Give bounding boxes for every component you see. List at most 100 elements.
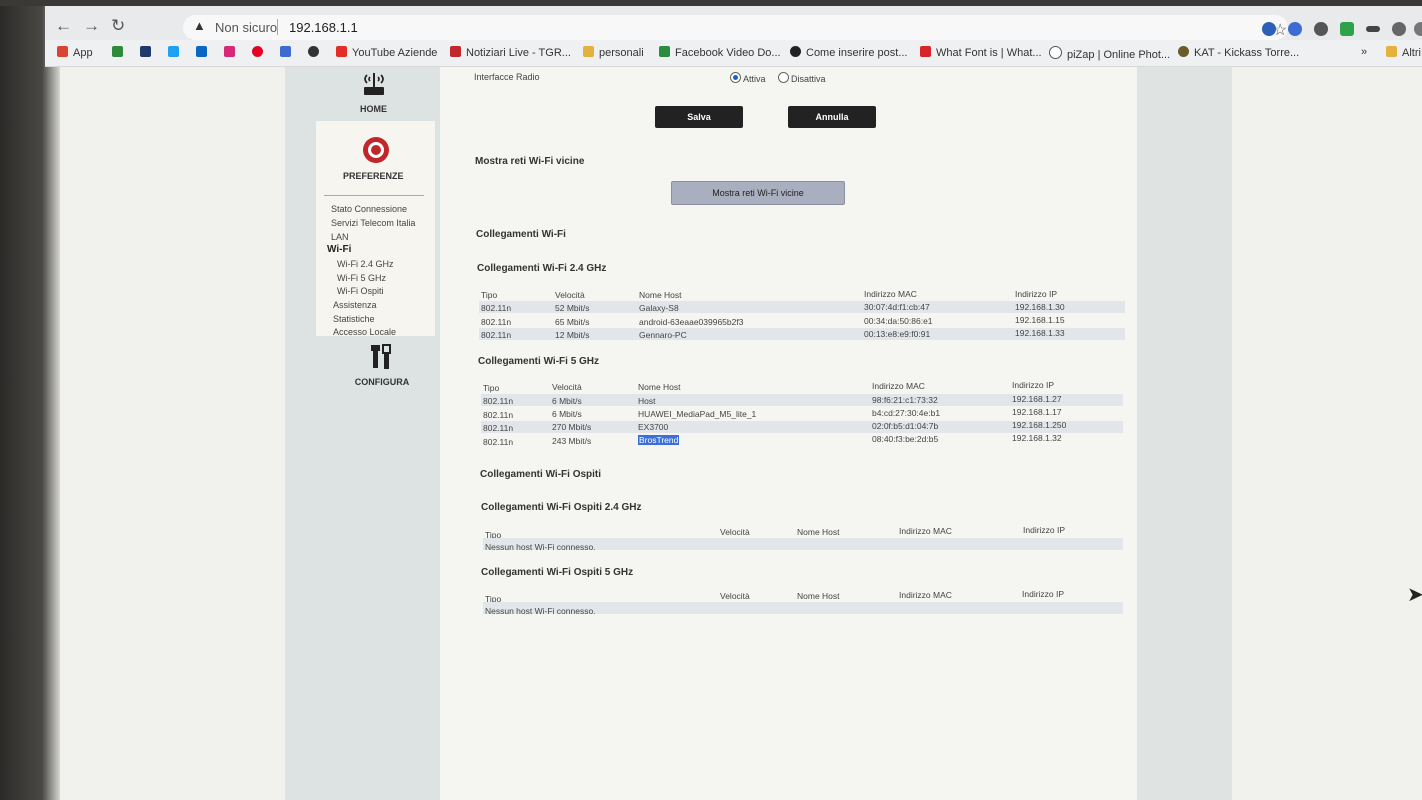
- bookmarks-overflow[interactable]: »: [1361, 46, 1367, 58]
- table-cell: 98:f6:21:c1:73:32: [872, 395, 938, 405]
- col-header-nome-host: Nome Host: [797, 527, 840, 537]
- address-bar[interactable]: ▲ Non sicuro 192.168.1.1: [183, 15, 1288, 40]
- table-cell: 802.11n: [483, 423, 514, 433]
- bookmark-icon-only-7[interactable]: [280, 46, 296, 59]
- col-header-mac: Indirizzo MAC: [899, 526, 952, 536]
- b-icon: [140, 46, 151, 57]
- monitor-bezel: [0, 0, 60, 800]
- bookmark-icon-only-5[interactable]: [224, 46, 240, 59]
- extension-icon-6[interactable]: [1392, 22, 1406, 36]
- bookmark-personali[interactable]: personali: [583, 46, 644, 59]
- col-header-mac: Indirizzo MAC: [899, 590, 952, 600]
- submenu-wifi-ospiti[interactable]: Wi-Fi Ospiti: [337, 286, 384, 296]
- bookmark-altri[interactable]: Altri: [1386, 46, 1421, 59]
- submenu-assistenza[interactable]: Assistenza: [333, 300, 377, 310]
- guest5-section-title: Collegamenti Wi-Fi Ospiti 5 GHz: [481, 567, 634, 578]
- gear-icon: [363, 137, 389, 163]
- table-cell: 12 Mbit/s: [555, 330, 590, 340]
- translate-extension-icon[interactable]: [1288, 22, 1302, 36]
- bookmark-icon-only-6[interactable]: [252, 46, 268, 59]
- nav-configura[interactable]: CONFIGURA: [337, 342, 427, 394]
- guest24-section-title: Collegamenti Wi-Fi Ospiti 2.4 GHz: [481, 502, 642, 513]
- table-cell: 243 Mbit/s: [552, 436, 592, 446]
- warning-icon[interactable]: ▲: [193, 18, 206, 33]
- url-text[interactable]: 192.168.1.1: [289, 20, 358, 35]
- mouse-cursor-icon: ➤: [1407, 584, 1422, 606]
- col-header-tipo: Tipo: [483, 383, 500, 393]
- translate-icon: [280, 46, 291, 57]
- f-icon: [920, 46, 931, 57]
- table-cell: EX3700: [638, 422, 669, 432]
- puzzle-icon[interactable]: [1414, 22, 1422, 36]
- submenu-wifi-24[interactable]: Wi-Fi 2.4 GHz: [337, 259, 394, 269]
- table-cell: 6 Mbit/s: [552, 409, 582, 419]
- bookmark-label: personali: [599, 47, 644, 59]
- bookmark-icon-only-1[interactable]: [112, 46, 128, 59]
- table-cell: 192.168.1.15: [1015, 315, 1065, 325]
- github-icon: [790, 46, 801, 57]
- bookmark-icon-only-3[interactable]: [168, 46, 184, 59]
- forward-icon[interactable]: →: [83, 16, 100, 36]
- table-cell: 802.11n: [483, 437, 514, 447]
- col-header-velocita: Velocità: [552, 382, 582, 392]
- table-cell: 6 Mbit/s: [552, 396, 582, 406]
- bookmark-app[interactable]: App: [57, 46, 93, 59]
- wifi24-section-title: Collegamenti Wi-Fi 2.4 GHz: [477, 263, 607, 274]
- submenu-wifi-5[interactable]: Wi-Fi 5 GHz: [337, 273, 386, 283]
- scan-section-title: Mostra reti Wi-Fi vicine: [475, 156, 585, 167]
- col-header-nome-host: Nome Host: [638, 382, 681, 392]
- col-header-ip: Indirizzo IP: [1015, 289, 1058, 299]
- bookmark-kat[interactable]: KAT - Kickass Torre...: [1178, 46, 1299, 59]
- extension-icon-1[interactable]: [1262, 22, 1276, 36]
- linkedin-icon: [196, 46, 207, 57]
- table-cell: Galaxy-S8: [639, 303, 679, 313]
- radio-button-off[interactable]: [778, 72, 789, 83]
- table-cell: 192.168.1.33: [1015, 328, 1065, 338]
- save-button[interactable]: Salva: [655, 106, 743, 128]
- nav-home[interactable]: HOME: [316, 67, 431, 121]
- bookmark-youtube[interactable]: YouTube Aziende: [336, 46, 437, 59]
- submenu-servizi-telecom[interactable]: Servizi Telecom Italia: [331, 218, 415, 228]
- bookmark-icon-only-8[interactable]: [308, 46, 324, 59]
- back-icon[interactable]: ←: [55, 16, 72, 36]
- table-cell: 802.11n: [481, 330, 512, 340]
- cancel-button[interactable]: Annulla: [788, 106, 876, 128]
- table-cell: 08:40:f3:be:2d:b5: [872, 434, 939, 444]
- bookmark-tgr[interactable]: Notiziari Live - TGR...: [450, 46, 571, 59]
- submenu-statistiche[interactable]: Statistiche: [333, 314, 375, 324]
- omnibox-separator: [277, 19, 278, 35]
- instagram-icon: [224, 46, 235, 57]
- bookmark-whatfont[interactable]: What Font is | What...: [920, 46, 1042, 59]
- table-cell: 802.11n: [483, 410, 514, 420]
- table-cell: HUAWEI_MediaPad_M5_lite_1: [638, 409, 757, 419]
- table-cell: 192.168.1.27: [1012, 394, 1062, 404]
- bookmarks-bar: App YouTube Aziende Notiziari Live - TGR…: [45, 40, 1422, 67]
- radio-button-on[interactable]: [730, 72, 741, 83]
- col-header-nome-host: Nome Host: [797, 591, 840, 601]
- reload-icon[interactable]: ↻: [111, 16, 125, 36]
- extension-icon-3[interactable]: [1314, 22, 1328, 36]
- bookmark-facebook-video[interactable]: Facebook Video Do...: [659, 46, 781, 59]
- apps-grid-icon: [57, 46, 68, 57]
- table-cell: Gennaro-PC: [639, 330, 687, 340]
- bookmark-github[interactable]: Come inserire post...: [790, 46, 907, 59]
- submenu-wifi[interactable]: Wi-Fi: [327, 244, 351, 255]
- bookmark-label: App: [73, 47, 93, 59]
- submenu-lan[interactable]: LAN: [331, 232, 349, 242]
- bookmark-icon-only-4[interactable]: [196, 46, 212, 59]
- col-header-velocita: Velocità: [720, 527, 750, 537]
- bookmark-label: What Font is | What...: [936, 47, 1042, 59]
- extension-icon-5[interactable]: [1366, 26, 1380, 32]
- bookmark-pizap[interactable]: piZap | Online Phot...: [1049, 46, 1170, 61]
- bookmark-icon-only-2[interactable]: [140, 46, 156, 59]
- scan-networks-button[interactable]: Mostra reti Wi-Fi vicine: [671, 181, 845, 205]
- submenu-stato-connessione[interactable]: Stato Connessione: [331, 204, 407, 214]
- no-host-message: Nessun host Wi-Fi connesso.: [485, 606, 596, 616]
- submenu-accesso-locale[interactable]: Accesso Locale: [333, 327, 396, 337]
- extension-icon-4[interactable]: [1340, 22, 1354, 36]
- table-cell: 02:0f:b5:d1:04:7b: [872, 421, 939, 431]
- selected-host-name[interactable]: BrosTrend: [638, 435, 680, 445]
- radio-attiva[interactable]: Attiva: [730, 72, 766, 84]
- col-header-mac: Indirizzo MAC: [872, 381, 925, 391]
- radio-disattiva[interactable]: Disattiva: [778, 72, 826, 84]
